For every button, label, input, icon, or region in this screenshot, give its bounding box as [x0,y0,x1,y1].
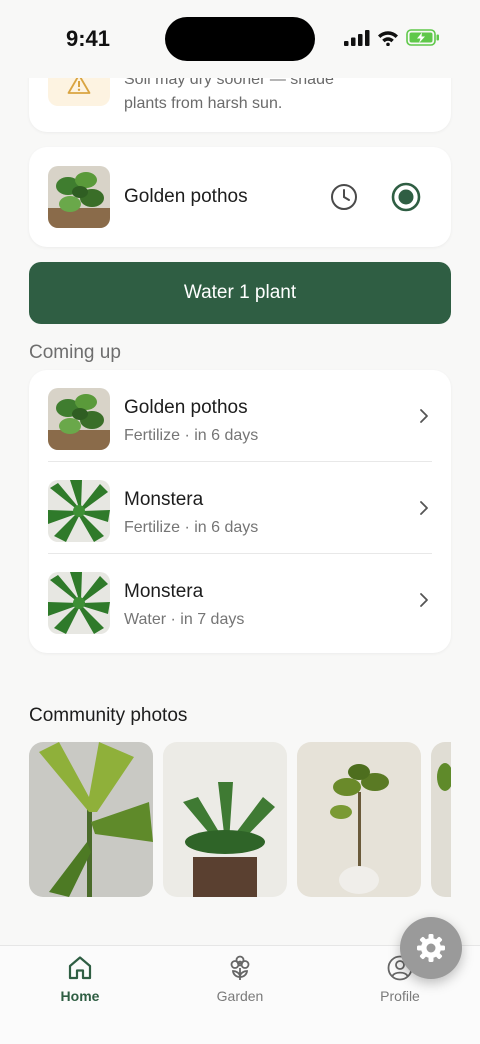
status-time: 9:41 [66,26,111,51]
community-photo[interactable] [431,742,451,897]
community-photo[interactable] [163,742,287,897]
signal-icon [344,29,370,46]
select-radio-icon[interactable] [390,181,422,213]
list-item-detail: Fertilize · in 6 days [124,427,259,444]
list-item-name: Monstera [124,581,204,602]
list-item-detail: Fertilize · in 6 days [124,519,259,536]
list-item-detail: Water · in 7 days [124,611,245,628]
home-icon [68,956,92,980]
tab-home[interactable]: Home [30,954,130,1010]
list-item-name: Monstera [124,489,204,510]
list-item[interactable]: Monstera Fertilize · in 6 days [29,462,451,554]
plant-thumbnail [48,166,110,228]
tab-label: Garden [216,988,264,1004]
tab-label: Home [60,988,100,1004]
chevron-right-icon [420,501,428,515]
gear-icon [417,934,445,962]
wifi-icon [378,30,398,46]
task-plant-name: Golden pothos [124,186,248,207]
list-item[interactable]: Golden pothos Fertilize · in 6 days [29,370,451,462]
battery-icon [406,29,439,46]
status-bar: 9:41 [0,0,480,78]
coming-up-title: Coming up [29,342,121,363]
list-item[interactable]: Monstera Water · in 7 days [29,554,451,646]
chevron-right-icon [420,409,428,423]
chevron-right-icon [420,593,428,607]
care-task-card: Golden pothos [29,147,451,247]
clock-icon[interactable] [329,182,359,212]
water-plants-button[interactable]: Water 1 plant [29,262,451,324]
coming-up-list: Golden pothos Fertilize · in 6 days Mons… [29,370,451,653]
tab-garden[interactable]: Garden [190,954,290,1010]
settings-button[interactable] [400,917,462,979]
tab-label: Profile [380,988,420,1004]
dynamic-island [165,17,315,61]
list-item-name: Golden pothos [124,397,248,418]
community-photos-title: Community photos [29,705,188,726]
plant-thumbnail [48,572,110,634]
flower-icon [230,955,250,980]
status-icons [344,29,440,46]
community-photo[interactable] [297,742,421,897]
plant-thumbnail [48,388,110,450]
community-photo[interactable] [29,742,153,897]
community-photo-strip[interactable] [29,742,451,898]
plant-thumbnail [48,480,110,542]
